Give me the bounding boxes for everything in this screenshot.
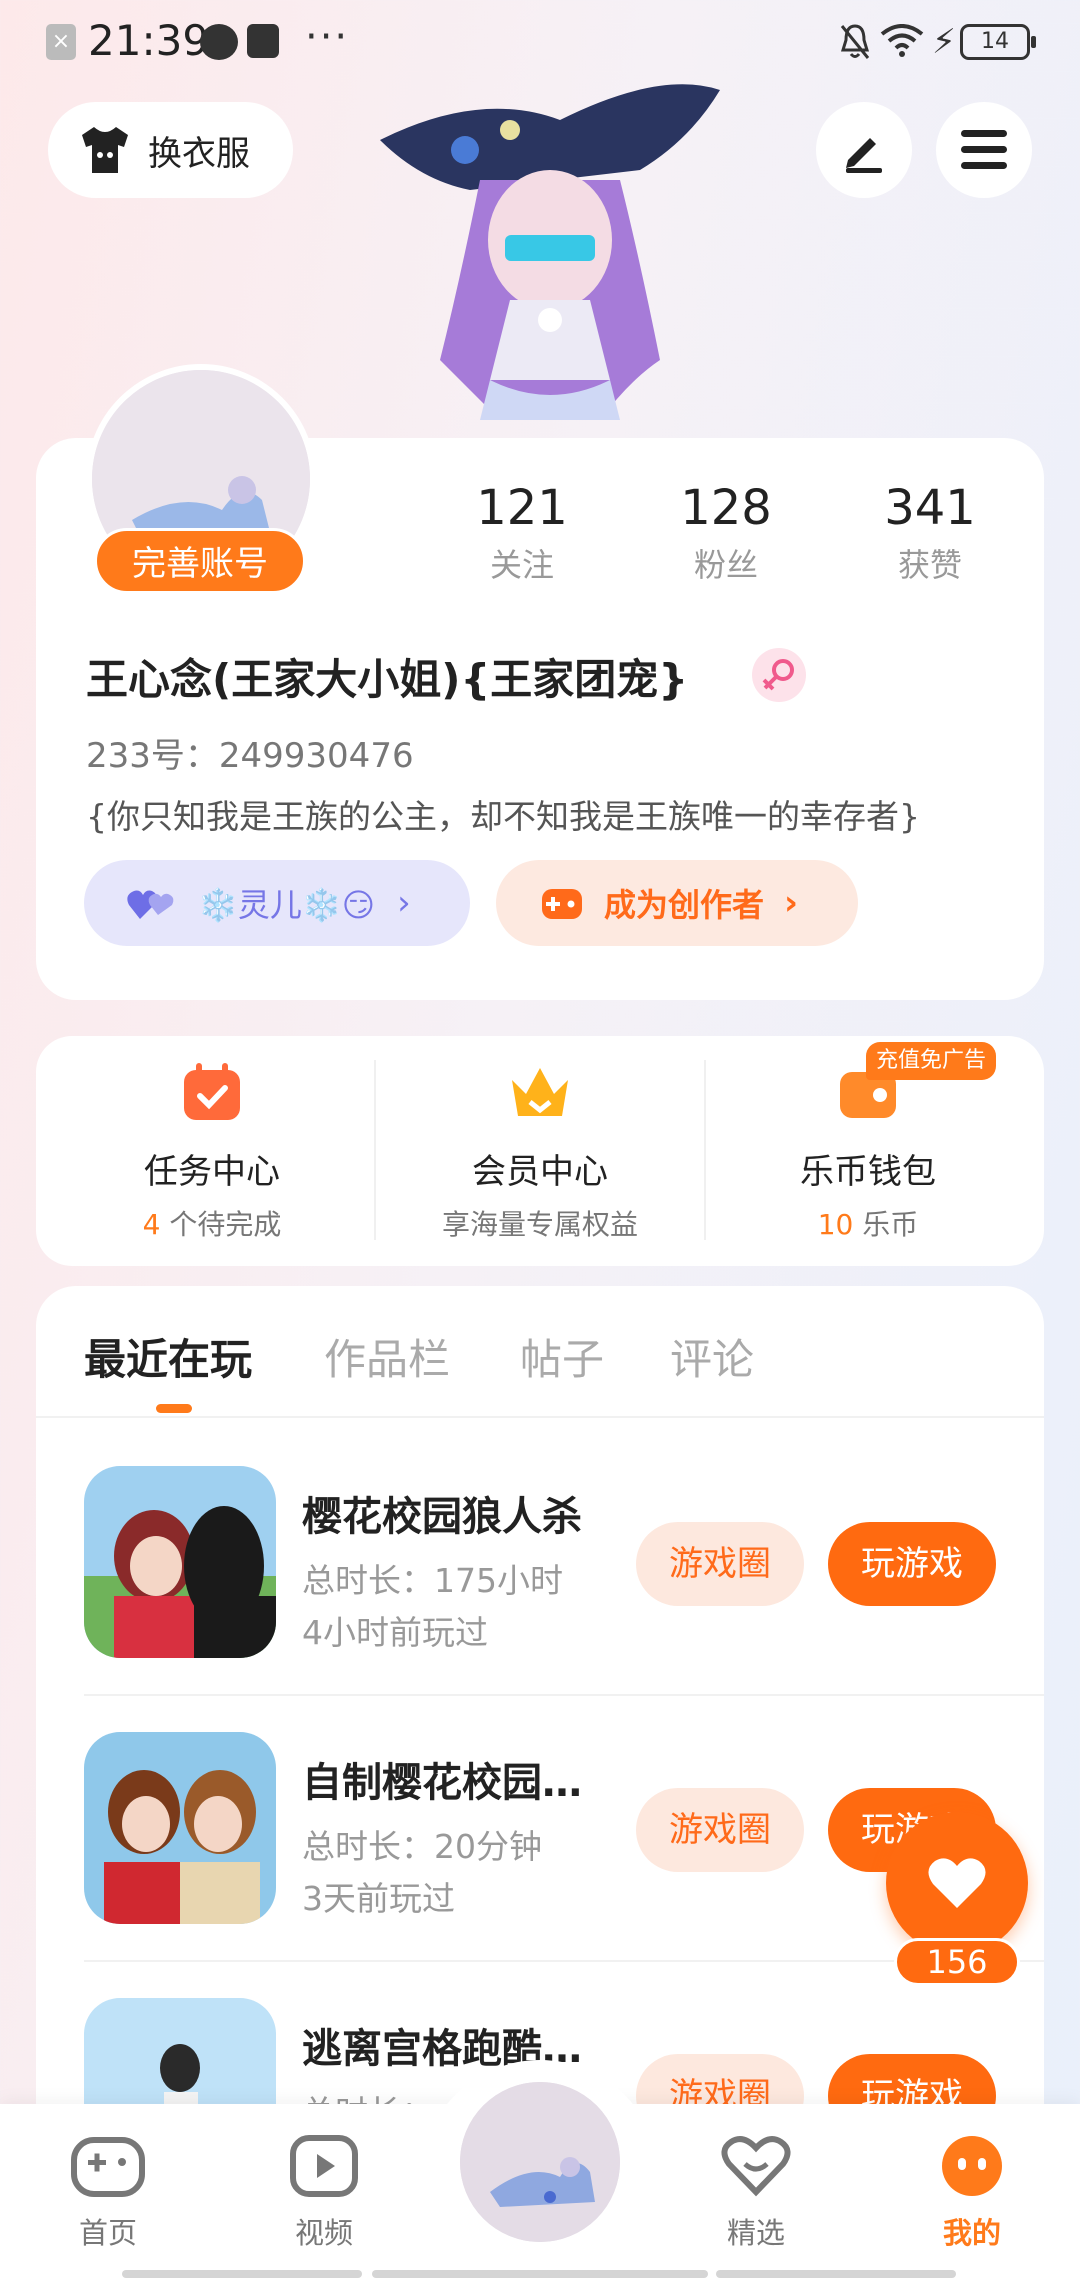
silent-bell-icon [840,24,870,59]
nav-item-home[interactable]: 首页 [38,2134,178,2252]
like-count-badge: 156 [894,1938,1020,1986]
task-center-subtitle: 个待完成 [169,1208,282,1241]
gesture-bar [716,2270,956,2278]
user-id: 233号：249930476 [86,736,414,776]
best-friend-name: ❄️灵儿❄️😏 [198,886,376,924]
game-title: 樱花校园狼人杀 [302,1494,582,1540]
list-item[interactable]: 樱花校园狼人杀 总时长：175小时 4小时前玩过 游戏圈 玩游戏 [84,1466,1044,1666]
game-last-played: 4小时前玩过 [302,1613,488,1652]
gesture-bar [122,2270,362,2278]
row-divider [84,1694,1044,1696]
female-gender-icon [752,648,806,702]
nav-avatar-button[interactable] [456,2078,624,2246]
calendar-check-icon [184,1063,240,1120]
character-avatar-figure[interactable] [360,80,730,440]
heart-icon [928,1858,986,1908]
gesture-bar [372,2270,708,2278]
tab-recently-played[interactable]: 最近在玩 [84,1326,252,1387]
gamepad-icon [71,2137,145,2197]
game-icon[interactable] [84,1466,276,1658]
likes-count: 341 [884,480,976,536]
pen-icon [846,138,882,173]
active-tab-indicator [156,1404,192,1413]
heart-outline-icon [721,2136,791,2197]
user-name: 王心念(王家大小姐){王家团宠} [86,655,689,704]
message-notification-icon [247,24,279,58]
game-cover-image [84,1466,276,1658]
change-outfit-button[interactable]: 换衣服 [48,102,293,198]
video-play-icon [290,2135,358,2197]
member-center[interactable]: 会员中心 享海量专属权益 [390,1060,690,1243]
nav-item-me[interactable]: 我的 [902,2134,1042,2252]
coin-wallet[interactable]: 乐币钱包 10 乐币 [718,1060,1018,1243]
chevron-right-icon: › [784,883,799,923]
coin-count: 10 [817,1208,854,1241]
game-cover-image [84,1732,276,1924]
hamburger-menu-icon [961,130,1007,169]
following-label: 关注 [489,546,554,584]
nav-label-home: 首页 [78,2216,137,2250]
member-center-subtitle: 享海量专属权益 [441,1208,638,1241]
face-icon [942,2136,1002,2196]
task-count: 4 [142,1208,161,1241]
nav-item-video[interactable]: 视频 [254,2134,394,2252]
member-center-title: 会员中心 [472,1152,608,1192]
status-bar: × 21:39 ··· ⚡ 14 [0,0,1080,86]
avatar-image [460,2082,620,2242]
game-playtime: 总时长：20分钟 [302,1827,542,1866]
likes-stat[interactable]: 341 获赞 [840,480,1020,586]
fans-stat[interactable]: 128 粉丝 [636,480,816,586]
chat-notification-icon [200,24,238,60]
tab-works[interactable]: 作品栏 [324,1326,450,1387]
double-heart-icon [127,890,174,919]
nav-label-featured: 精选 [726,2216,785,2250]
chevron-right-icon: › [397,883,411,923]
battery-indicator: 14 [960,24,1036,60]
game-community-button[interactable]: 游戏圈 [636,1788,804,1872]
game-last-played: 3天前玩过 [302,1879,455,1918]
following-stat[interactable]: 121 关注 [432,480,612,586]
more-notifications-icon: ··· [305,14,350,60]
fans-count: 128 [680,480,772,536]
charging-icon: ⚡ [932,22,956,62]
play-game-button[interactable]: 玩游戏 [828,1522,996,1606]
tshirt-icon [82,127,128,173]
fans-label: 粉丝 [693,546,758,584]
services-divider [374,1060,376,1240]
become-creator-label: 成为创作者 [604,886,765,924]
menu-button[interactable] [936,102,1032,198]
character-avatar-image [380,84,720,420]
tabs-divider [36,1416,1044,1418]
services-divider [704,1060,706,1240]
recharge-promo-badge: 充值免广告 [866,1042,997,1080]
likes-label: 获赞 [897,546,962,584]
tab-posts[interactable]: 帖子 [520,1326,604,1387]
nav-label-video: 视频 [294,2216,353,2250]
gamepad-icon [542,889,582,919]
change-outfit-label: 换衣服 [148,133,250,174]
game-community-button[interactable]: 游戏圈 [636,1522,804,1606]
user-bio: {你只知我是王族的公主，却不知我是王族唯一的幸存者} [86,797,920,836]
become-creator-button[interactable]: 成为创作者 › [496,860,858,946]
edit-profile-button[interactable] [816,102,912,198]
crown-icon [512,1068,568,1116]
best-friend-chip[interactable]: ❄️灵儿❄️😏 › [84,860,470,946]
following-count: 121 [476,480,568,536]
game-icon[interactable] [84,1732,276,1924]
nav-label-me: 我的 [942,2216,1001,2250]
game-playtime: 总时长：175小时 [302,1561,563,1600]
like-floating-button[interactable] [886,1812,1028,1954]
coin-wallet-subtitle: 乐币 [862,1208,919,1241]
nav-item-featured[interactable]: 精选 [686,2134,826,2252]
wifi-icon [880,24,924,57]
task-center[interactable]: 任务中心 4 个待完成 [62,1060,362,1243]
task-center-title: 任务中心 [144,1152,280,1192]
status-time: 21:39 [88,16,210,65]
game-title: 自制樱花校园… [302,1760,582,1806]
complete-account-button[interactable]: 完善账号 [94,528,306,594]
notification-icon: × [46,24,76,60]
coin-wallet-title: 乐币钱包 [800,1152,936,1192]
tab-comments[interactable]: 评论 [670,1326,754,1387]
